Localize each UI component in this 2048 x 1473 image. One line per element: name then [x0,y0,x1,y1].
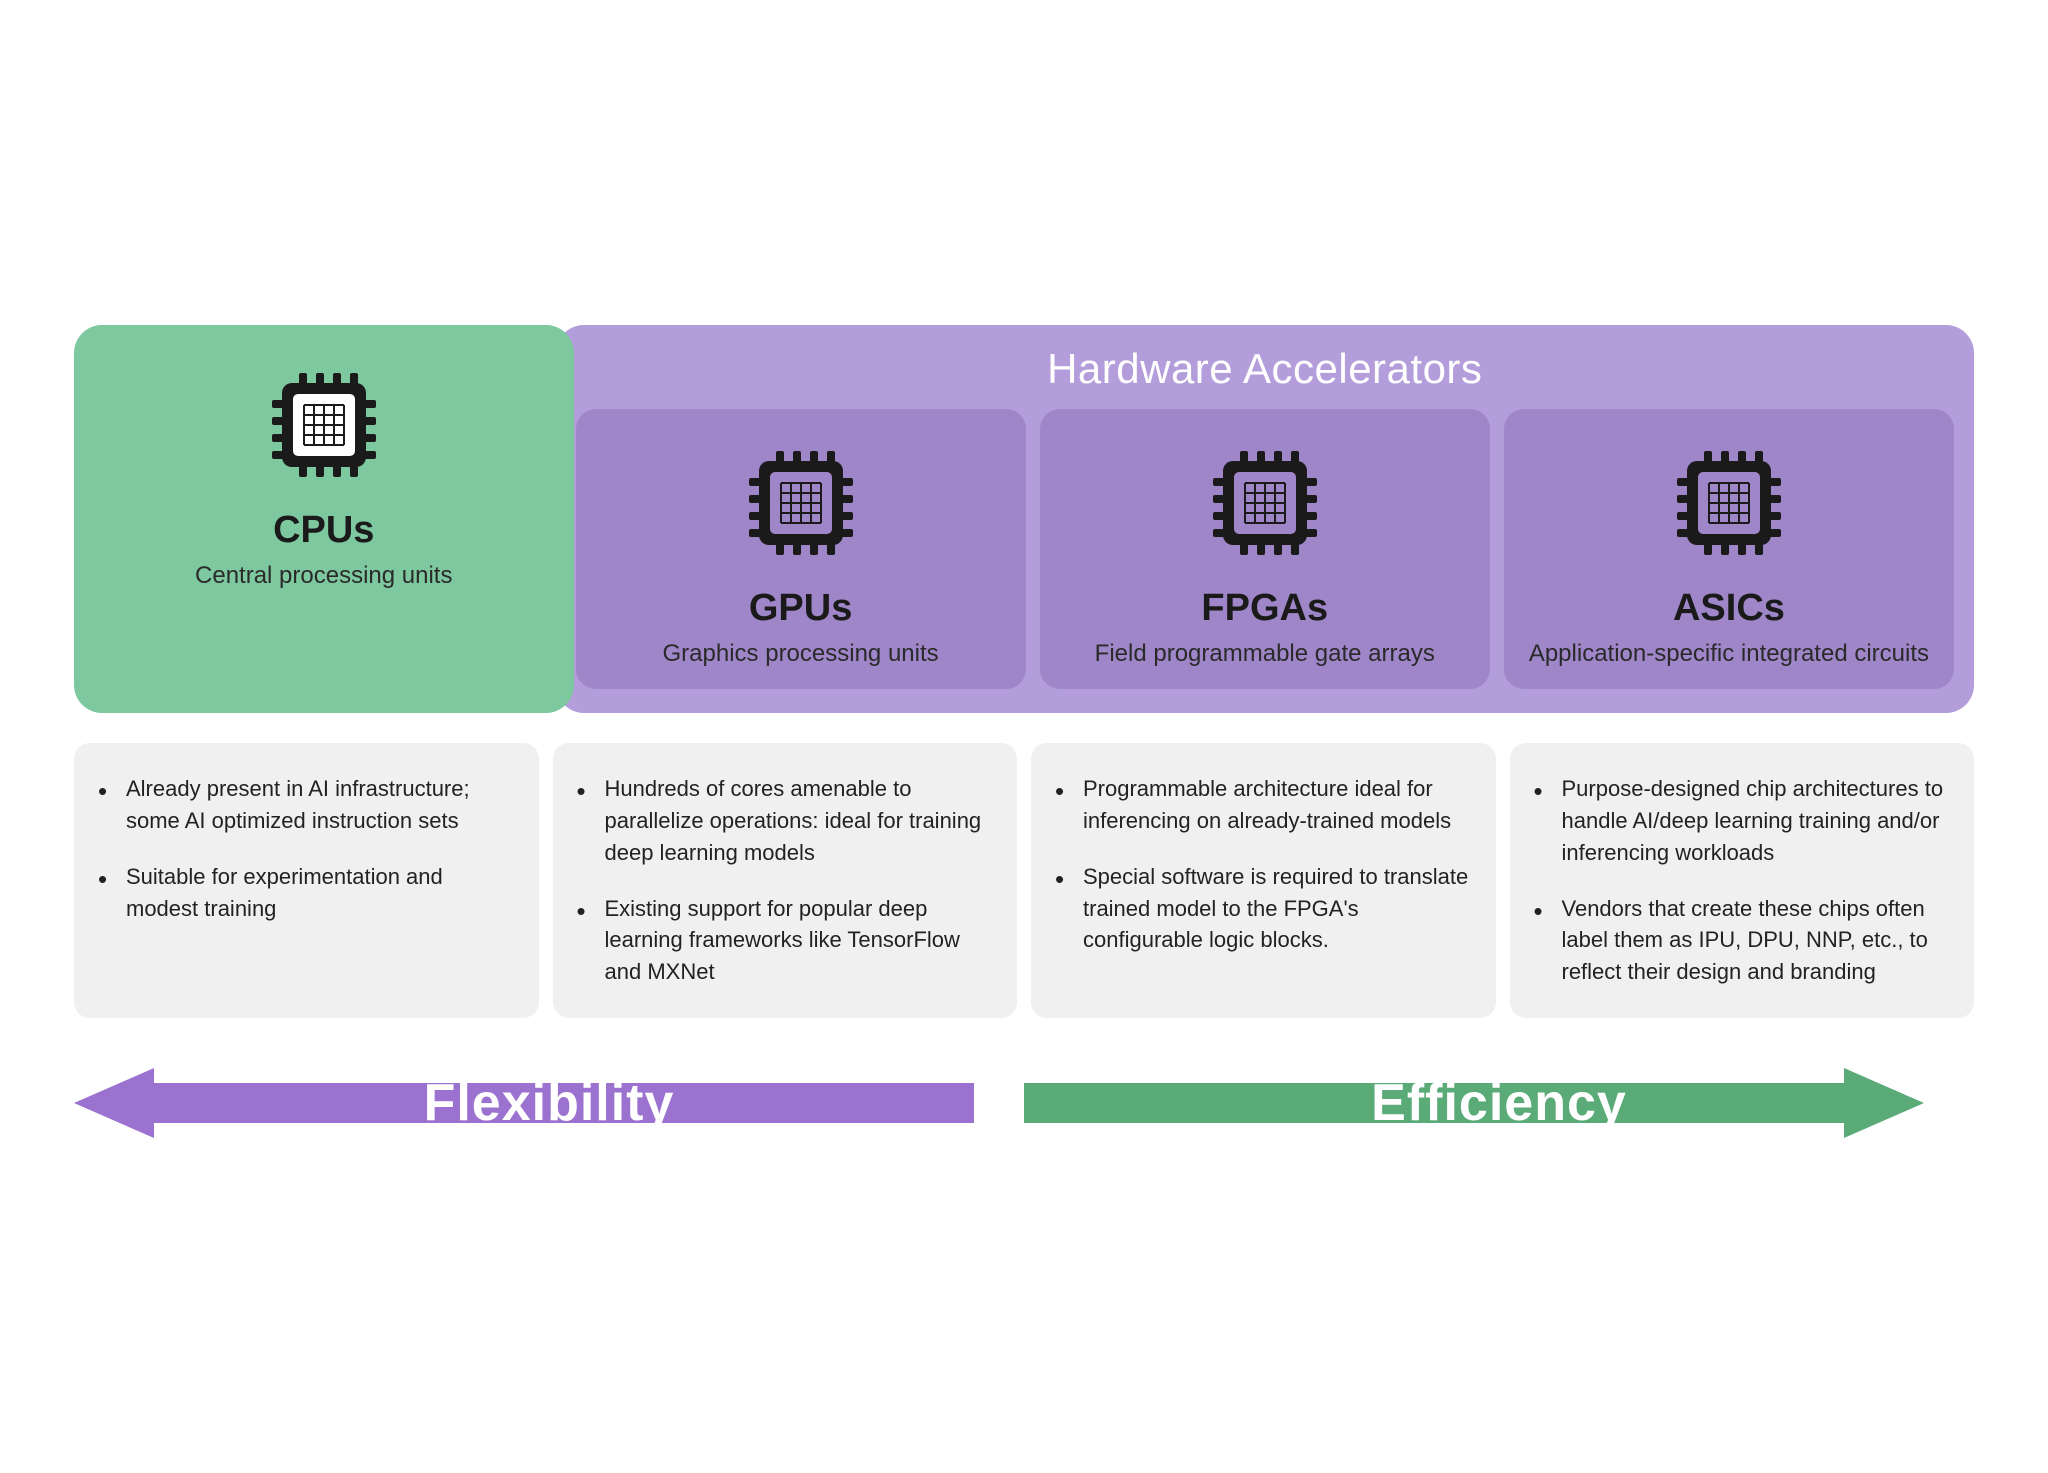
asic-full: Application-specific integrated circuits [1529,638,1929,669]
fpga-card: FPGAs Field programmable gate arrays [1040,409,1490,689]
fpga-bullet-2: Special software is required to translat… [1055,861,1472,957]
fpga-full: Field programmable gate arrays [1095,638,1435,669]
cpu-full: Central processing units [195,560,452,591]
gpu-chip-icon [731,433,871,573]
top-section: CPUs Central processing units Hardware A… [74,325,1974,713]
asic-bullet-2: Vendors that create these chips often la… [1534,893,1951,989]
cpu-card: CPUs Central processing units [74,325,574,713]
cpu-abbr: CPUs [273,509,374,552]
gpu-full: Graphics processing units [663,638,939,669]
fpga-chip-icon [1195,433,1335,573]
flexibility-arrow-container: Flexibility [74,1058,1024,1148]
cpu-bullet-list: Already present in AI infrastructure; so… [98,773,515,925]
asic-card: ASICs Application-specific integrated ci… [1504,409,1954,689]
gpu-card: GPUs Graphics processing units [576,409,1026,689]
efficiency-label-wrapper: Efficiency [1024,1058,1974,1148]
middle-section: Already present in AI infrastructure; so… [74,743,1974,1018]
gpu-abbr: GPUs [749,587,852,630]
fpga-bullet-1: Programmable architecture ideal for infe… [1055,773,1472,837]
asic-abbr: ASICs [1673,587,1785,630]
hw-acc-title: Hardware Accelerators [576,345,1955,393]
hw-accelerators-box: Hardware Accelerators [556,325,1975,713]
flexibility-label-wrapper: Flexibility [74,1058,1024,1148]
asic-bullet-list: Purpose-designed chip architectures to h… [1534,773,1951,988]
hw-acc-cards: GPUs Graphics processing units [576,409,1955,689]
asic-chip-icon [1659,433,1799,573]
gpu-bullet-list: Hundreds of cores amenable to paralleliz… [577,773,994,988]
gpu-bullet-2: Existing support for popular deep learni… [577,893,994,989]
efficiency-label: Efficiency [1371,1073,1627,1133]
gpu-bullet-1: Hundreds of cores amenable to paralleliz… [577,773,994,869]
flexibility-label: Flexibility [424,1073,675,1133]
asic-bullet-1: Purpose-designed chip architectures to h… [1534,773,1951,869]
fpga-bullet-list: Programmable architecture ideal for infe… [1055,773,1472,956]
arrow-section: Flexibility Efficiency [74,1058,1974,1148]
asic-bullet-card: Purpose-designed chip architectures to h… [1510,743,1975,1018]
fpga-bullet-card: Programmable architecture ideal for infe… [1031,743,1496,1018]
cpu-bullet-2: Suitable for experimentation and modest … [98,861,515,925]
page-container: CPUs Central processing units Hardware A… [74,325,1974,1149]
cpu-bullet-1: Already present in AI infrastructure; so… [98,773,515,837]
cpu-chip-icon [254,355,394,495]
gpu-bullet-card: Hundreds of cores amenable to paralleliz… [553,743,1018,1018]
fpga-abbr: FPGAs [1201,587,1328,630]
efficiency-arrow-container: Efficiency [1024,1058,1974,1148]
cpu-bullet-card: Already present in AI infrastructure; so… [74,743,539,1018]
